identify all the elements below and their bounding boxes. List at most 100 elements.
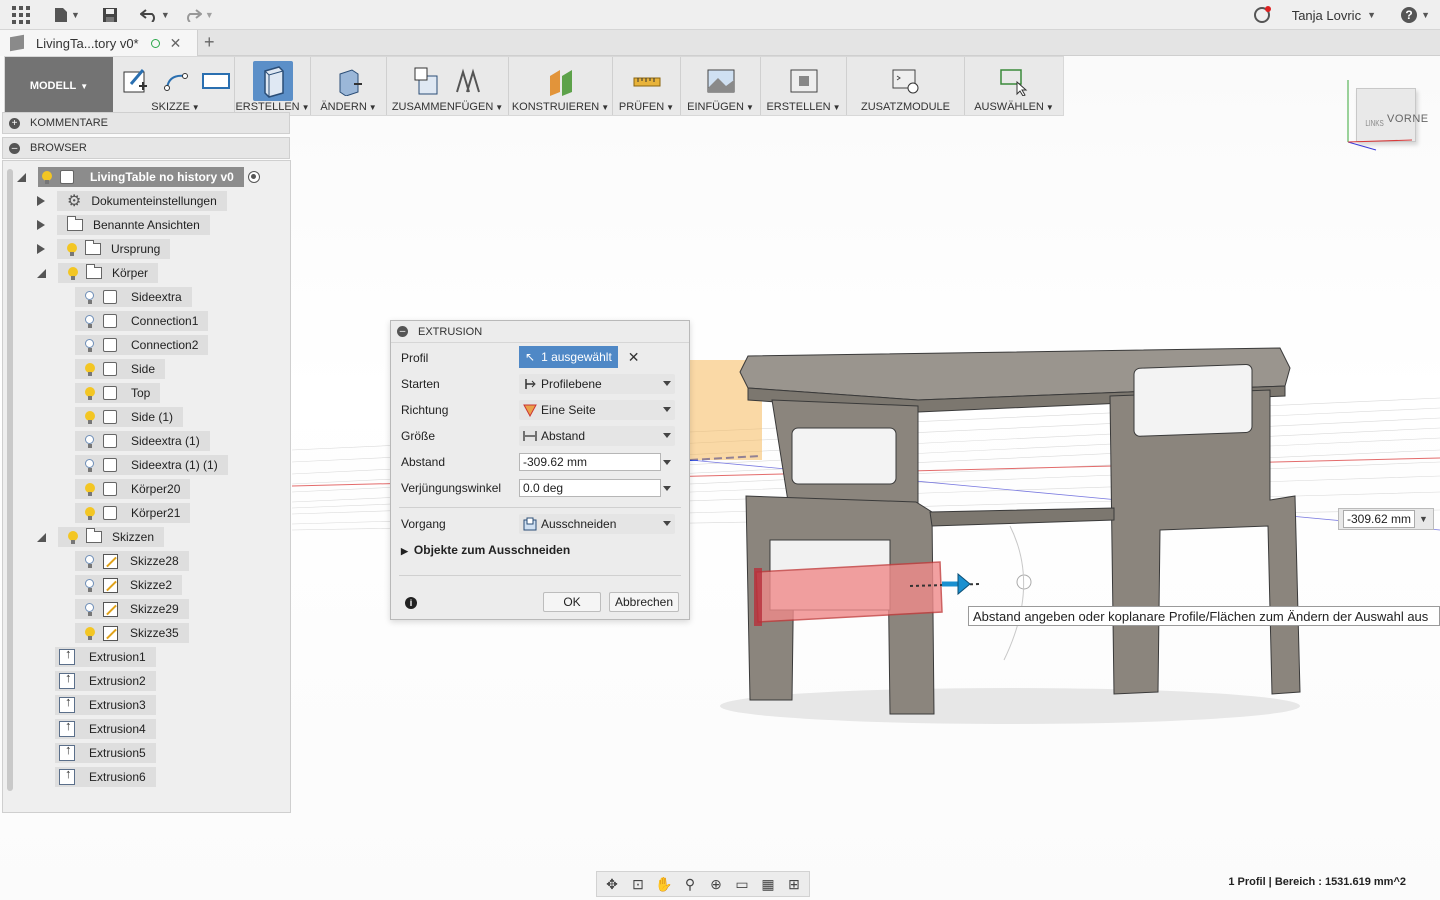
dialog-header[interactable]: – EXTRUSION [391, 321, 689, 343]
browser-extrusion[interactable]: Extrusion5 [55, 742, 156, 763]
chevron-down-icon[interactable]: ▼ [1419, 514, 1428, 524]
visibility-bulb-icon[interactable] [42, 170, 52, 184]
visibility-bulb-icon[interactable] [85, 314, 95, 328]
display-settings-icon[interactable]: ▭ [733, 875, 751, 893]
browser-body[interactable]: Connection2 [75, 335, 209, 355]
visibility-bulb-icon[interactable] [85, 434, 95, 448]
create-drawing-icon[interactable] [789, 66, 819, 96]
grid-settings-icon[interactable]: ▦ [759, 875, 777, 893]
browser-extrusion[interactable]: Extrusion2 [55, 670, 156, 691]
app-grid-icon[interactable] [10, 0, 32, 30]
viewcube[interactable]: LINKS VORNE [1342, 80, 1428, 154]
browser-body[interactable]: Körper20 [75, 479, 191, 499]
browser-root[interactable]: LivingTable no history v0 [17, 167, 260, 187]
visibility-bulb-icon[interactable] [85, 578, 95, 592]
winkel-input[interactable]: 0.0 deg [519, 479, 661, 497]
dimension-input[interactable]: -309.62 mm [1343, 510, 1416, 528]
visibility-bulb-icon[interactable] [85, 410, 95, 424]
browser-extrusion[interactable]: Extrusion1 [55, 646, 156, 667]
richtung-dropdown[interactable]: Eine Seite [519, 400, 675, 420]
clear-selection-icon[interactable]: ✕ [628, 349, 640, 366]
visibility-bulb-icon[interactable] [85, 458, 95, 472]
browser-item-koerper[interactable]: Körper [37, 263, 159, 283]
browser-extrusion[interactable]: Extrusion3 [55, 694, 156, 715]
abstand-dropdown-arrow[interactable] [663, 460, 671, 465]
browser-sketch[interactable]: Skizze35 [75, 623, 189, 643]
scripts-addins-icon[interactable] [891, 66, 921, 96]
visibility-bulb-icon[interactable] [85, 554, 95, 568]
collapse-arrow-icon[interactable] [37, 532, 46, 542]
toolbar-group-erstellen[interactable]: ERSTELLEN ▼ [235, 57, 311, 115]
extrude-icon[interactable] [252, 61, 293, 101]
save-icon[interactable] [102, 0, 118, 30]
line-tool-icon[interactable] [161, 66, 191, 96]
browser-body[interactable]: Side (1) [75, 407, 184, 427]
expand-arrow-icon[interactable] [37, 220, 45, 230]
visibility-bulb-icon[interactable] [85, 506, 95, 520]
browser-body[interactable]: Side [75, 359, 166, 379]
visibility-bulb-icon[interactable] [85, 386, 95, 400]
visibility-bulb-icon[interactable] [85, 482, 95, 496]
browser-body[interactable]: Sideextra (1) [75, 431, 210, 451]
look-at-icon[interactable]: ⊡ [629, 875, 647, 893]
browser-item-skizzen[interactable]: Skizzen [37, 527, 165, 547]
comments-panel-header[interactable]: + KOMMENTARE [2, 112, 290, 134]
browser-body[interactable]: Sideextra (1) (1) [75, 455, 228, 475]
visibility-bulb-icon[interactable] [85, 602, 95, 616]
browser-scrollbar[interactable] [7, 169, 13, 791]
activate-component-icon[interactable] [247, 171, 260, 183]
workspace-switcher[interactable]: MODELL ▼ [5, 57, 113, 115]
browser-sketch[interactable]: Skizze28 [75, 551, 189, 571]
distance-dimension-box[interactable]: -309.62 mm ▼ [1338, 508, 1434, 530]
collapse-icon[interactable]: – [9, 142, 20, 154]
browser-extrusion[interactable]: Extrusion6 [55, 766, 156, 787]
toolbar-group-zusammenfuegen[interactable]: ZUSAMMENFÜGEN ▼ [387, 57, 509, 115]
starten-dropdown[interactable]: Profilebene [519, 374, 675, 394]
visibility-bulb-icon[interactable] [68, 266, 78, 280]
vorgang-dropdown[interactable]: Ausschneiden [519, 514, 675, 534]
profile-selection-chip[interactable]: ↖ 1 ausgewählt [519, 346, 618, 368]
toolbar-group-skizze[interactable]: SKIZZE ▼ [117, 57, 235, 115]
fit-icon[interactable]: ⊕ [707, 875, 725, 893]
select-icon[interactable] [999, 66, 1029, 97]
toolbar-group-konstruieren[interactable]: KONSTRUIEREN ▼ [509, 57, 613, 115]
visibility-bulb-icon[interactable] [85, 362, 95, 376]
collapse-icon[interactable]: – [397, 326, 408, 337]
joint-icon[interactable] [453, 66, 483, 96]
undo-icon[interactable]: ▼ [139, 0, 170, 30]
new-tab-icon[interactable]: + [204, 32, 215, 53]
info-icon[interactable]: i [405, 597, 417, 609]
close-tab-icon[interactable]: ✕ [170, 35, 182, 52]
browser-body[interactable]: Sideextra [75, 287, 192, 307]
toolbar-group-zusatzmodule[interactable]: ZUSATZMODULE [847, 57, 965, 115]
visibility-bulb-icon[interactable] [68, 530, 78, 544]
browser-item-ursprung[interactable]: Ursprung [37, 239, 171, 259]
objekte-section[interactable]: ▶ Objekte zum Ausschneiden [401, 543, 570, 557]
collapse-arrow-icon[interactable] [17, 172, 26, 182]
ok-button[interactable]: OK [543, 592, 601, 612]
browser-sketch[interactable]: Skizze2 [75, 575, 183, 595]
measure-icon[interactable] [632, 66, 662, 96]
browser-item-benannte-ansichten[interactable]: Benannte Ansichten [37, 215, 210, 235]
expand-arrow-icon[interactable] [37, 196, 45, 206]
toolbar-group-pruefen[interactable]: PRÜFEN ▼ [613, 57, 681, 115]
file-menu-icon[interactable]: ▼ [54, 0, 80, 30]
expand-icon[interactable]: + [9, 117, 20, 129]
toolbar-group-einfuegen[interactable]: EINFÜGEN ▼ [681, 57, 761, 115]
create-sketch-icon[interactable] [121, 66, 151, 96]
document-tab[interactable]: LivingTa...tory v0* ✕ [0, 30, 198, 56]
viewports-icon[interactable]: ⊞ [785, 875, 803, 893]
browser-item-dokumenteinstellungen[interactable]: ⚙ Dokumenteinstellungen [37, 191, 227, 211]
browser-body[interactable]: Körper21 [75, 503, 191, 523]
toolbar-group-auswaehlen[interactable]: AUSWÄHLEN ▼ [965, 57, 1063, 115]
winkel-dropdown-arrow[interactable] [663, 486, 671, 491]
help-menu[interactable]: ? ▼ [1401, 0, 1430, 30]
cancel-button[interactable]: Abbrechen [609, 592, 679, 612]
job-status-icon[interactable] [1254, 6, 1271, 23]
abstand-input[interactable]: -309.62 mm [519, 453, 661, 471]
pan-icon[interactable]: ✋ [655, 875, 673, 893]
offset-plane-icon[interactable] [546, 66, 576, 96]
user-menu[interactable]: Tanja Lovric ▼ [1292, 0, 1376, 30]
zoom-icon[interactable]: ⚲ [681, 875, 699, 893]
browser-panel-header[interactable]: – BROWSER [2, 137, 290, 159]
